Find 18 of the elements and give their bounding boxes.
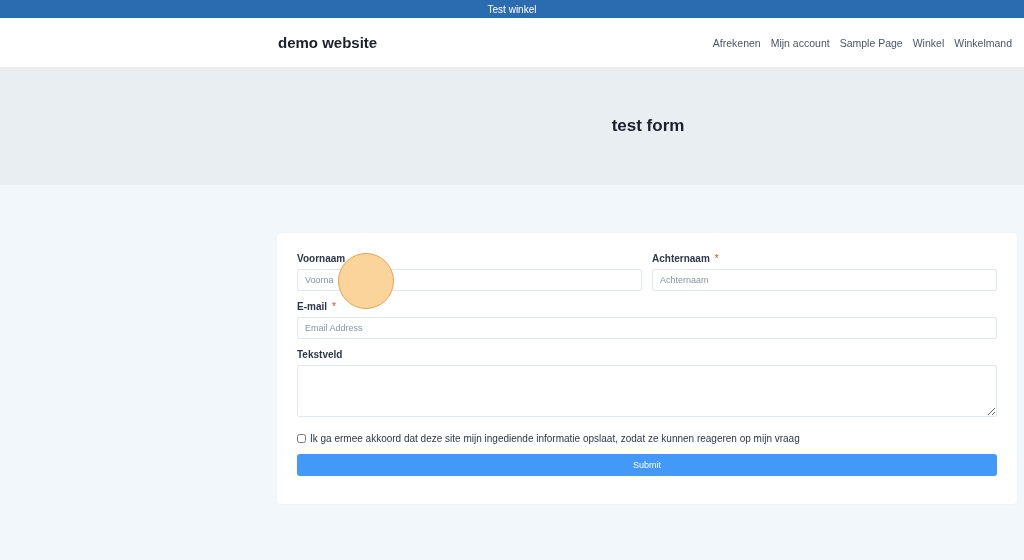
site-title[interactable]: demo website — [278, 34, 378, 51]
nav-link[interactable]: Winkel — [912, 36, 945, 49]
consent-text: Ik ga ermee akkoord dat deze site mijn ingediende informatie opslaat, zodat ze kunnen reageren op mijn vraag — [310, 433, 800, 444]
nav-link[interactable]: Mijn account — [770, 36, 830, 49]
field-label: Tekstveld — [297, 349, 343, 360]
field-label: Achternaam — [652, 253, 710, 264]
input-field[interactable]: Email Address — [297, 317, 997, 339]
nav-link[interactable]: Sample Page — [839, 36, 903, 49]
field-label: E-mail — [297, 301, 327, 312]
page-title: test form — [611, 116, 685, 136]
nav-link[interactable]: Winkelmand — [954, 36, 1012, 49]
banner-text: Test winkel — [487, 3, 537, 15]
input-field[interactable]: Achternaam — [652, 269, 997, 291]
nav-link[interactable]: Afrekenen — [712, 36, 761, 49]
consent-checkbox[interactable] — [297, 434, 306, 443]
required-mark: * — [714, 253, 719, 264]
field-label: Voornaam — [297, 253, 346, 264]
required-mark: * — [332, 301, 336, 312]
